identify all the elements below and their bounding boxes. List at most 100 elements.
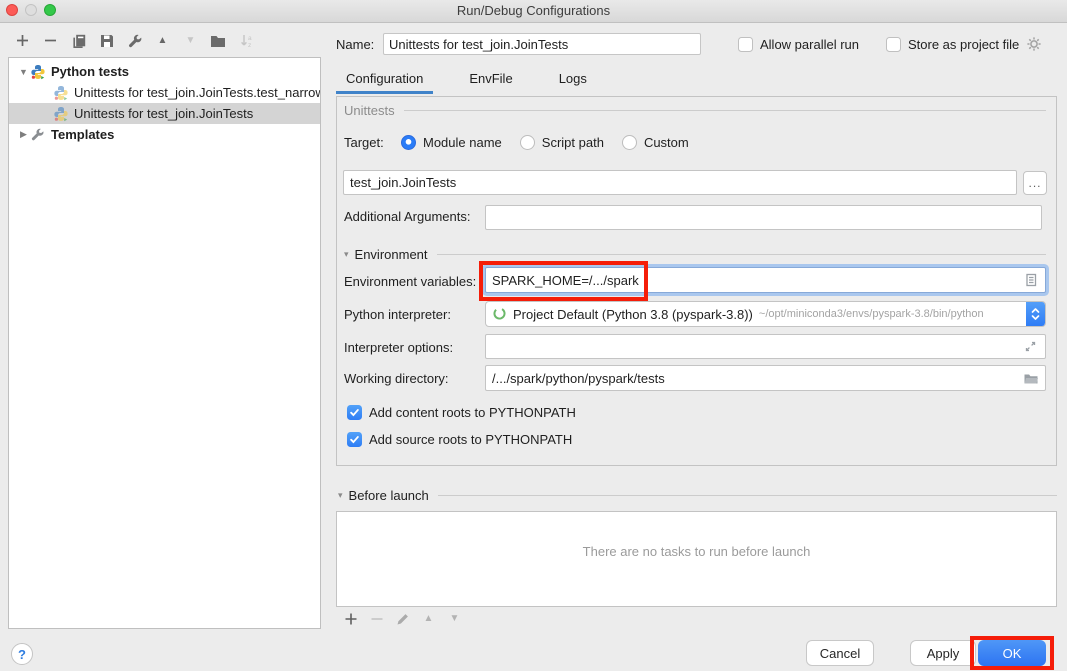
remove-configuration-icon[interactable]	[42, 32, 59, 49]
radio-module-name-label: Module name	[423, 135, 502, 150]
apply-button[interactable]: Apply	[910, 640, 976, 666]
allow-parallel-run-checkbox[interactable]	[738, 37, 753, 52]
tree-item-unittests-jointests-selected[interactable]: Unittests for test_join.JoinTests	[9, 103, 320, 124]
interpreter-options-label: Interpreter options:	[344, 340, 453, 355]
apply-button-label: Apply	[927, 646, 960, 661]
tab-label: EnvFile	[469, 71, 512, 86]
radio-custom-label: Custom	[644, 135, 689, 150]
environment-variables-input[interactable]	[492, 273, 1017, 288]
browse-ellipsis: ...	[1028, 176, 1041, 190]
svg-text:z: z	[248, 42, 251, 49]
add-task-icon[interactable]	[342, 610, 359, 627]
target-input[interactable]	[350, 175, 1010, 190]
move-task-down-icon: ▼	[446, 610, 463, 627]
move-down-icon: ▼	[182, 32, 199, 49]
before-launch-task-list[interactable]: There are no tasks to run before launch	[336, 511, 1057, 607]
environment-section-header[interactable]: ▾ Environment	[344, 247, 1046, 262]
target-field	[343, 170, 1017, 195]
tab-envfile[interactable]: EnvFile	[459, 67, 522, 94]
radio-module-name[interactable]	[401, 135, 416, 150]
collapse-triangle-icon[interactable]: ▾	[338, 490, 343, 501]
tree-item-unittests-test-narrow[interactable]: Unittests for test_join.JoinTests.test_n…	[9, 82, 320, 103]
python-test-icon	[53, 85, 69, 101]
move-up-icon[interactable]: ▲	[154, 32, 171, 49]
target-row: Target: Module name Script path Custom	[344, 135, 707, 150]
environment-variables-field	[485, 267, 1046, 293]
before-launch-toolbar: ▲ ▼	[342, 610, 463, 627]
working-directory-input[interactable]	[492, 371, 1017, 386]
configuration-panel: Unittests Target: Module name Script pat…	[336, 96, 1057, 466]
store-as-project-file-label: Store as project file	[908, 37, 1019, 52]
ok-button-label: OK	[1003, 646, 1022, 661]
tree-collapse-icon[interactable]: ▶	[17, 129, 30, 140]
add-configuration-icon[interactable]	[14, 32, 31, 49]
separator-line	[404, 110, 1046, 111]
radio-custom[interactable]	[622, 135, 637, 150]
before-launch-section-header[interactable]: ▾ Before launch	[338, 488, 1057, 503]
python-interpreter-value: Project Default (Python 3.8 (pyspark-3.8…	[513, 307, 753, 322]
name-row: Name: Allow parallel run Store as projec…	[336, 32, 1060, 56]
tree-item-label: Python tests	[51, 64, 129, 79]
cancel-button[interactable]: Cancel	[806, 640, 874, 666]
gear-icon[interactable]	[1026, 36, 1042, 52]
ok-button[interactable]: OK	[978, 640, 1046, 666]
add-content-roots-checkbox[interactable]	[347, 405, 362, 420]
interpreter-options-input[interactable]	[492, 339, 1017, 354]
interpreter-options-field	[485, 334, 1046, 359]
additional-arguments-field	[485, 205, 1042, 230]
collapse-triangle-icon[interactable]: ▾	[344, 249, 349, 260]
edit-templates-wrench-icon[interactable]	[126, 32, 143, 49]
tree-item-templates[interactable]: ▶ Templates	[9, 124, 320, 145]
save-configuration-icon[interactable]	[98, 32, 115, 49]
add-source-roots-checkbox[interactable]	[347, 432, 362, 447]
config-tabs: Configuration EnvFile Logs	[336, 67, 597, 94]
tab-configuration[interactable]: Configuration	[336, 67, 433, 94]
configurations-tree: ▼ Python tests Unittests for test_join.J…	[8, 57, 321, 629]
tree-item-label: Unittests for test_join.JoinTests.test_n…	[74, 85, 320, 100]
expand-field-icon[interactable]	[1023, 339, 1039, 355]
edit-task-pencil-icon	[394, 610, 411, 627]
add-source-roots-label: Add source roots to PYTHONPATH	[369, 432, 572, 447]
window-title: Run/Debug Configurations	[0, 3, 1067, 18]
before-launch-empty-text: There are no tasks to run before launch	[337, 544, 1056, 559]
sort-configurations-icon: az	[238, 32, 255, 49]
title-bar: Run/Debug Configurations	[0, 0, 1067, 23]
tree-expand-icon[interactable]: ▼	[17, 67, 30, 77]
tree-item-python-tests[interactable]: ▼ Python tests	[9, 61, 320, 82]
tree-item-label: Unittests for test_join.JoinTests	[74, 106, 253, 121]
name-input[interactable]	[383, 33, 701, 55]
store-as-project-file-checkbox[interactable]	[886, 37, 901, 52]
configurations-toolbar: ▲ ▼ az	[14, 32, 255, 49]
tab-logs[interactable]: Logs	[549, 67, 597, 94]
target-browse-button[interactable]: ...	[1023, 171, 1047, 195]
name-label: Name:	[336, 37, 383, 52]
new-folder-icon[interactable]	[210, 32, 227, 49]
radio-script-path[interactable]	[520, 135, 535, 150]
remove-task-icon	[368, 610, 385, 627]
combo-stepper-icon[interactable]	[1026, 301, 1045, 327]
tab-label: Logs	[559, 71, 587, 86]
python-interpreter-path: ~/opt/miniconda3/envs/pyspark-3.8/bin/py…	[759, 308, 1022, 320]
additional-arguments-input[interactable]	[492, 210, 1035, 225]
svg-text:a: a	[248, 35, 252, 42]
browse-folder-icon[interactable]	[1023, 370, 1039, 386]
allow-parallel-run-label: Allow parallel run	[760, 37, 859, 52]
additional-arguments-label: Additional Arguments:	[344, 209, 470, 224]
edit-variables-list-icon[interactable]	[1023, 272, 1039, 288]
unittests-group-title: Unittests	[344, 103, 395, 118]
python-interpreter-combo[interactable]: Project Default (Python 3.8 (pyspark-3.8…	[485, 301, 1046, 327]
move-task-up-icon: ▲	[420, 610, 437, 627]
python-test-icon	[53, 106, 69, 122]
add-source-roots-row: Add source roots to PYTHONPATH	[347, 432, 572, 447]
add-content-roots-label: Add content roots to PYTHONPATH	[369, 405, 576, 420]
separator-line	[437, 254, 1046, 255]
unittests-group-separator: Unittests	[344, 103, 1046, 118]
cancel-button-label: Cancel	[820, 646, 860, 661]
working-directory-label: Working directory:	[344, 371, 449, 386]
copy-configuration-icon[interactable]	[70, 32, 87, 49]
templates-wrench-icon	[30, 127, 46, 143]
help-button[interactable]: ?	[11, 643, 33, 665]
tree-item-label: Templates	[51, 127, 114, 142]
tab-label: Configuration	[346, 71, 423, 86]
environment-variables-label: Environment variables:	[344, 274, 476, 289]
